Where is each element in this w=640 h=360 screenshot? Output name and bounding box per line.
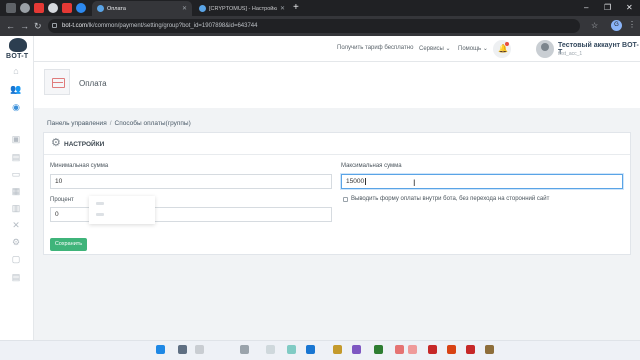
- logo-robot-icon: [9, 38, 27, 52]
- chevron-down-icon: ⌄: [482, 46, 488, 52]
- services-menu[interactable]: Сервисы ⌄: [419, 45, 451, 52]
- taskbar-app-icon[interactable]: [266, 345, 275, 354]
- document-icon[interactable]: ▤: [10, 152, 22, 162]
- breadcrumb: Панель управления / Способы оплаты(группы): [47, 120, 191, 127]
- reload-icon[interactable]: ↻: [34, 20, 42, 32]
- taskbar-app-icon[interactable]: [240, 345, 249, 354]
- taskbar-app-icon[interactable]: [447, 345, 456, 354]
- browser-menu-icon[interactable]: ⋮: [628, 20, 636, 29]
- site-info-icon[interactable]: [52, 23, 57, 28]
- payment-card-icon: [44, 69, 70, 95]
- avatar[interactable]: [536, 40, 554, 58]
- taskbar-app-icon[interactable]: [333, 345, 342, 354]
- gift-icon[interactable]: ▦: [10, 186, 22, 196]
- clipboard-icon[interactable]: ▢: [10, 254, 22, 264]
- autocomplete-option[interactable]: [96, 213, 104, 216]
- breadcrumb-home[interactable]: Панель управления: [47, 120, 107, 127]
- notification-dot: [505, 42, 509, 46]
- layout-icon[interactable]: ▭: [10, 169, 22, 179]
- taskbar-app-icon[interactable]: [395, 345, 404, 354]
- minimize-icon[interactable]: –: [584, 2, 588, 14]
- breadcrumb-current[interactable]: Способы оплаты(группы): [115, 120, 191, 127]
- save-button[interactable]: Сохранить: [50, 238, 87, 251]
- maximize-icon[interactable]: ❐: [604, 2, 611, 14]
- tab-cryptomus[interactable]: [CRYPTOMUS] - Настройка опл ✕: [194, 1, 290, 16]
- logo[interactable]: BOT-T: [6, 53, 29, 60]
- forward-icon[interactable]: →: [20, 20, 29, 32]
- taskbar-app-icon[interactable]: [195, 345, 204, 354]
- help-menu[interactable]: Помощь ⌄: [458, 45, 488, 52]
- gear-icon: ⚙: [51, 137, 61, 149]
- taskbar-app-icon[interactable]: [156, 345, 165, 354]
- help-label: Помощь: [458, 46, 482, 52]
- chevron-down-icon: ⌄: [445, 46, 451, 52]
- taskbar-app-icon[interactable]: [466, 345, 475, 354]
- new-tab-icon[interactable]: +: [293, 2, 299, 14]
- globe-icon[interactable]: ◉: [10, 102, 22, 112]
- taskbar-app-icon[interactable]: [306, 345, 315, 354]
- sidebar: BOT-T ⌂ 👥 ◉ ▣ ▤ ▭ ▦ ▥ ✕ ⚙ ▢ ▤: [0, 36, 34, 340]
- close-tab-icon[interactable]: ✕: [280, 5, 285, 12]
- site-favicon-icon: [199, 5, 206, 12]
- close-tab-icon[interactable]: ✕: [182, 5, 187, 12]
- site-favicon-icon: [97, 5, 104, 12]
- taskbar-app-icon[interactable]: [352, 345, 361, 354]
- back-icon[interactable]: ←: [6, 20, 15, 32]
- taskbar-app-icon[interactable]: [287, 345, 296, 354]
- pinned-tab-icon[interactable]: [20, 3, 30, 13]
- taskbar-app-icon[interactable]: [485, 345, 494, 354]
- text-cursor-icon: I: [413, 178, 416, 188]
- taskbar-app-icon[interactable]: [428, 345, 437, 354]
- text-caret: [365, 177, 367, 185]
- chart-icon[interactable]: ▥: [10, 203, 22, 213]
- tools-icon[interactable]: ✕: [10, 220, 22, 230]
- taskbar-app-icon[interactable]: [408, 345, 417, 354]
- pinned-tab-icon[interactable]: [76, 3, 86, 13]
- briefcase-icon[interactable]: ▣: [10, 134, 22, 144]
- autocomplete-dropdown: [89, 196, 155, 224]
- tab-payment[interactable]: Оплата ✕: [92, 1, 192, 16]
- taskbar: [0, 340, 640, 360]
- pinned-tab-icon[interactable]: [48, 3, 58, 13]
- url-path: /lk/common/payment/setting/group?bot_id=…: [87, 23, 258, 29]
- tab-label: Оплата: [107, 5, 126, 12]
- inline-form-label[interactable]: Выводить форму оплаты внутри бота, без п…: [351, 196, 549, 202]
- autocomplete-option[interactable]: [96, 202, 104, 205]
- users-icon[interactable]: 👥: [10, 84, 22, 94]
- top-navigation: Получить тариф бесплатно Сервисы ⌄ Помощ…: [34, 36, 640, 62]
- card-title: НАСТРОЙКИ: [64, 141, 105, 148]
- dashboard-icon[interactable]: ⌂: [10, 66, 22, 76]
- close-window-icon[interactable]: ✕: [626, 2, 633, 14]
- breadcrumb-separator: /: [109, 120, 112, 127]
- page-title: Оплата: [79, 79, 107, 88]
- taskbar-app-icon[interactable]: [178, 345, 187, 354]
- free-plan-link[interactable]: Получить тариф бесплатно: [337, 45, 413, 51]
- url-input[interactable]: bot-t.com/lk/common/payment/setting/grou…: [48, 19, 580, 33]
- min-amount-input[interactable]: 10: [50, 174, 332, 189]
- browser-address-bar: ← → ↻ bot-t.com/lk/common/payment/settin…: [0, 16, 640, 36]
- browser-tab-bar: Оплата ✕ [CRYPTOMUS] - Настройка опл ✕ +…: [0, 0, 640, 16]
- settings-card: ⚙ НАСТРОЙКИ: [43, 132, 631, 255]
- notifications-button[interactable]: 🔔: [493, 40, 511, 58]
- max-amount-input[interactable]: 15000: [341, 174, 623, 189]
- min-amount-label: Минимальная сумма: [50, 163, 109, 169]
- youtube-tab-icon[interactable]: [34, 3, 44, 13]
- tab-list-icon[interactable]: [6, 3, 16, 13]
- settings-icon[interactable]: ⚙: [10, 237, 22, 247]
- max-amount-value: 15000: [346, 178, 365, 185]
- services-label: Сервисы: [419, 46, 444, 52]
- report-icon[interactable]: ▤: [10, 272, 22, 282]
- tab-label: [CRYPTOMUS] - Настройка опл: [209, 5, 277, 12]
- profile-avatar[interactable]: G: [611, 20, 622, 31]
- youtube-tab-icon[interactable]: [62, 3, 72, 13]
- card-header: ⚙ НАСТРОЙКИ: [44, 133, 630, 155]
- taskbar-app-icon[interactable]: [374, 345, 383, 354]
- inline-form-checkbox[interactable]: [343, 197, 348, 202]
- percent-label: Процент: [50, 197, 74, 203]
- max-amount-label: Максимальная сумма: [341, 163, 402, 169]
- page-header: Оплата: [34, 62, 640, 108]
- url-host: bot-t.com: [62, 23, 88, 29]
- account-login: test_acc_1: [558, 51, 583, 57]
- bookmark-star-icon[interactable]: ☆: [591, 21, 598, 30]
